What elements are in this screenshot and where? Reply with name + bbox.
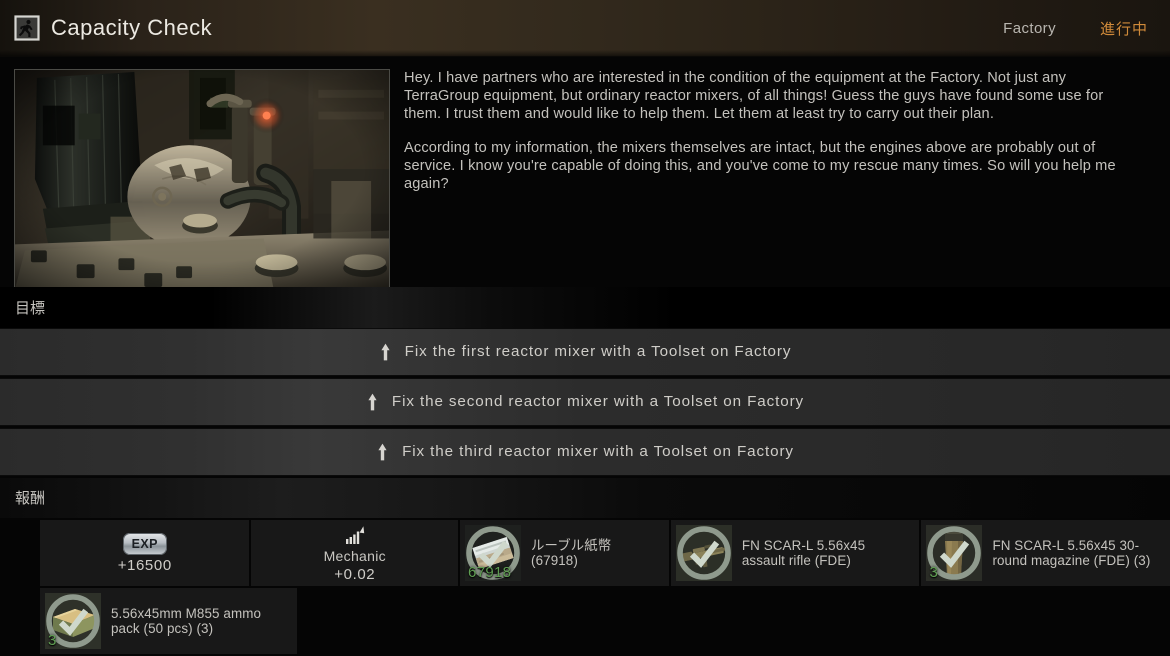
description-paragraph-1: Hey. I have partners who are interested …: [404, 70, 1104, 122]
rewards-section-label: 報酬: [0, 477, 1170, 518]
rewards-row-secondary: 3 5.56x45mm M855 ammo pack (50 pcs) (3): [0, 588, 1170, 654]
objective-row[interactable]: Fix the third reactor mixer with a Tools…: [0, 427, 1170, 476]
item-name: FN SCAR-L 5.56x45 30-round magazine (FDE…: [992, 537, 1151, 569]
item-name: ルーブル紙幣 (67918): [531, 537, 612, 569]
running-man-exit-icon: [14, 15, 40, 41]
quest-detail-panel: Capacity Check Factory 進行中 Hey. I have p…: [0, 0, 1170, 656]
reward-item-roubles[interactable]: 67918 ルーブル紙幣 (67918): [460, 520, 669, 586]
rifle-magazine-icon: 3: [926, 525, 983, 581]
rising-bar-chart-icon: [345, 525, 364, 544]
trader-name: Mechanic: [323, 547, 386, 564]
reward-item-scar-magazine[interactable]: 3 FN SCAR-L 5.56x45 30-round magazine (F…: [921, 520, 1170, 586]
exp-badge-icon: EXP: [122, 532, 167, 555]
rewards-list: EXP +16500 Mechanic +0.02 67918 ルーブル紙幣 (…: [0, 518, 1170, 656]
reward-trader-reputation: Mechanic +0.02: [251, 520, 459, 586]
exp-icon-wrap: EXP: [122, 532, 167, 555]
assault-rifle-icon: [675, 525, 732, 581]
trader-rep-value: +0.02: [334, 565, 376, 583]
quest-header: Capacity Check Factory 進行中: [0, 0, 1170, 57]
quest-description: Hey. I have partners who are interested …: [390, 69, 1156, 287]
item-count: 67918: [468, 564, 512, 581]
quest-intro-area: Hey. I have partners who are interested …: [0, 57, 1170, 290]
rouble-banknotes-icon: 67918: [465, 525, 522, 581]
reward-exp: EXP +16500: [40, 520, 250, 586]
reward-item-scar-rifle[interactable]: FN SCAR-L 5.56x45 assault rifle (FDE): [670, 520, 920, 586]
map-pin-icon: [378, 443, 387, 460]
status-badge: 進行中: [1099, 20, 1148, 38]
trader-icon-wrap: [345, 524, 365, 546]
item-count: 3: [929, 564, 939, 581]
ammo-pack-icon: 3: [45, 593, 101, 649]
map-pin-icon: [381, 343, 390, 360]
found-in-raid-icon: [677, 526, 731, 580]
quest-image: [14, 69, 390, 290]
exp-badge-label: EXP: [131, 536, 158, 551]
item-name: 5.56x45mm M855 ammo pack (50 pcs) (3): [111, 605, 262, 637]
objective-text: Fix the third reactor mixer with a Tools…: [402, 443, 794, 460]
objective-row[interactable]: Fix the first reactor mixer with a Tools…: [0, 327, 1170, 376]
item-count: 3: [48, 632, 57, 649]
quest-location: Factory: [1003, 19, 1056, 37]
description-paragraph-2: According to my information, the mixers …: [404, 140, 1116, 192]
objectives-list: Fix the first reactor mixer with a Tools…: [0, 327, 1170, 478]
objective-text: Fix the first reactor mixer with a Tools…: [404, 343, 792, 360]
exp-value: +16500: [117, 556, 172, 574]
objective-row[interactable]: Fix the second reactor mixer with a Tool…: [0, 377, 1170, 426]
item-name: FN SCAR-L 5.56x45 assault rifle (FDE): [741, 537, 866, 569]
rewards-row-primary: EXP +16500 Mechanic +0.02 67918 ルーブル紙幣 (…: [0, 520, 1170, 586]
reward-item-ammo-pack[interactable]: 3 5.56x45mm M855 ammo pack (50 pcs) (3): [40, 588, 297, 654]
objective-text: Fix the second reactor mixer with a Tool…: [391, 393, 805, 410]
map-pin-icon: [368, 393, 377, 410]
objectives-section-label: 目標: [0, 287, 1170, 328]
page-title: Capacity Check: [51, 15, 213, 40]
